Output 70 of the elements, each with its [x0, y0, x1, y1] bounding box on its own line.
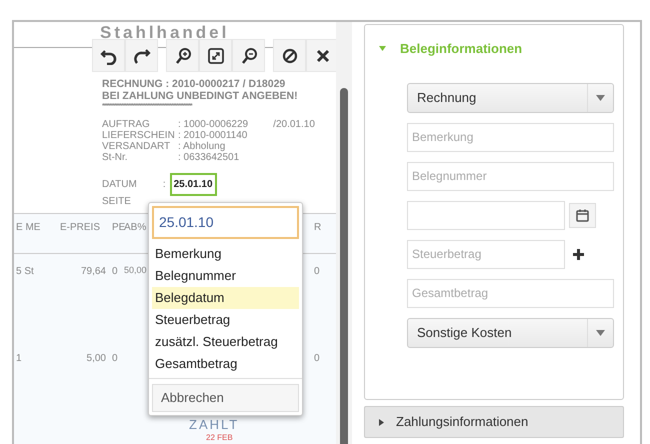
menu-item[interactable]: Belegdatum [152, 287, 299, 309]
close-button[interactable] [306, 39, 336, 72]
detail-value: : 2010-0001140 [178, 130, 248, 141]
column-header: E ME [16, 221, 42, 235]
invoice-line: BEI ZAHLUNG UNBEDINGT ANGEBEN! [102, 90, 299, 102]
detail-value: : Abholung [178, 141, 226, 152]
stamp-text: ZAHLT [189, 418, 240, 432]
redo-button[interactable] [125, 39, 158, 72]
plus-icon[interactable] [573, 248, 584, 260]
redo-icon [132, 46, 150, 64]
detail-value: : 0633642501 [178, 152, 240, 163]
date-separator: : [162, 178, 166, 192]
zoom-in-button[interactable] [166, 39, 199, 72]
detail-label: St-Nr. [102, 152, 129, 163]
menu-item[interactable]: Bemerkung [152, 243, 299, 265]
cancel-button[interactable]: Abbrechen [152, 384, 299, 412]
date-label: DATUM [102, 178, 137, 192]
expand-icon [206, 46, 224, 64]
cancel-icon [280, 46, 298, 64]
input-field[interactable]: Belegnummer [407, 162, 614, 190]
scrollbar[interactable] [336, 22, 352, 444]
undo-button[interactable] [92, 39, 125, 72]
input-field[interactable]: Steuerbetrag [407, 240, 565, 268]
column-header: AB% [124, 221, 148, 235]
input-field[interactable]: Gesamtbetrag [407, 278, 614, 308]
page-label: SEITE [102, 196, 131, 207]
stamp-date: 22 FEB [206, 433, 233, 443]
cancel-button[interactable] [273, 39, 306, 72]
date-input[interactable]: 25.01.10 [152, 206, 299, 239]
column-header: PE [112, 221, 124, 235]
table-cell-text: 0 [314, 352, 321, 366]
date-value: 25.01.10 [170, 173, 217, 196]
table-cell-text: 5,00 [86, 352, 107, 366]
table-cell-text: 79,64 [80, 265, 107, 279]
menu-item[interactable]: Gesamtbetrag [152, 353, 299, 375]
menu-item[interactable]: zusätzl. Steuerbetrag [152, 331, 299, 353]
table-cell-text: 1 [16, 352, 23, 366]
detail-value: : 1000-0006229 [178, 119, 250, 130]
table-cell-text: 0 [112, 352, 119, 366]
table-cell-text: 0 [314, 265, 321, 279]
detail-label: AUFTRAG [102, 119, 151, 130]
menu-item[interactable]: Belegnummer [152, 265, 299, 287]
select-dropdown[interactable]: Sonstige Kosten [407, 318, 614, 348]
zoom-in-icon [174, 46, 192, 64]
panel-title: Beleginformationen [400, 40, 522, 58]
table-cell-text: 5 St [16, 265, 35, 279]
invoice-line: RECHNUNG : 2010-0000217 / D18029 [102, 78, 286, 90]
select-value: Sonstige Kosten [416, 324, 513, 342]
menu-item[interactable]: Steuerbetrag [152, 309, 299, 331]
select-value: Rechnung [416, 88, 478, 107]
panel-title: Zahlungsinformationen [396, 413, 528, 432]
detail-label: LIEFERSCHEIN [102, 130, 174, 141]
calendar-button[interactable] [569, 202, 596, 228]
input-field[interactable]: Bemerkung [407, 122, 614, 152]
expand-button[interactable] [199, 39, 232, 72]
date-field[interactable] [407, 200, 565, 230]
table-cell-text: 0 [112, 265, 119, 279]
caret-icon [596, 94, 605, 100]
zoom-out-button[interactable] [232, 39, 265, 72]
column-header: R [314, 221, 322, 235]
detail-extra: /20.01.10 [273, 119, 316, 130]
document-heading: Stahlhandel [100, 23, 230, 43]
table-cell-text: 50,00 [124, 264, 148, 277]
panel-header[interactable]: Zahlungsinformationen [364, 406, 624, 438]
zoom-out-icon [240, 46, 258, 64]
calendar-icon [576, 208, 589, 222]
column-header: E-PREIS [60, 221, 102, 235]
caret-icon [596, 330, 605, 336]
detail-label: VERSANDART [102, 141, 172, 152]
select-dropdown[interactable]: Rechnung [407, 82, 614, 112]
